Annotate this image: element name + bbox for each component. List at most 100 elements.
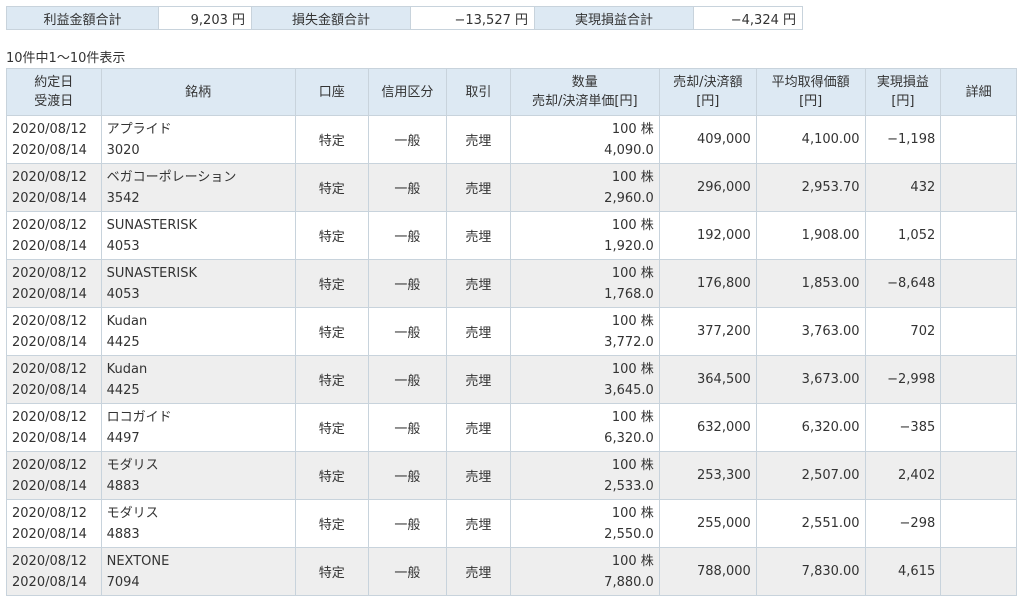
credit-cell: 一般 — [367, 211, 447, 260]
trade-cell: 売埋 — [445, 115, 511, 164]
account-cell: 特定 — [294, 355, 369, 404]
header-sale-line2: [円] — [696, 94, 720, 109]
security-code: 3542 — [106, 190, 140, 206]
sale-amount-cell: 192,000 — [658, 211, 757, 260]
quantity-cell: 100 株 1,768.0 — [509, 259, 660, 308]
security-name: SUNASTERISK — [106, 265, 198, 281]
quantity-cell: 100 株 6,320.0 — [509, 403, 660, 452]
security-name: モダリス — [106, 505, 159, 521]
unit-price: 2,550.0 — [604, 526, 654, 542]
detail-cell — [940, 451, 1017, 500]
trade-cell: 売埋 — [445, 451, 511, 500]
security-name: アプライド — [106, 121, 172, 137]
unit-price: 1,768.0 — [604, 286, 654, 302]
security-code: 4425 — [106, 334, 140, 350]
security-cell: SUNASTERISK 4053 — [100, 211, 296, 260]
table-row: 2020/08/12 2020/08/14 モダリス 4883 特定 一般 売埋 100 株2… — [6, 451, 1017, 500]
trade-cell: 売埋 — [445, 403, 511, 452]
credit-cell: 一般 — [367, 115, 447, 164]
date-cell: 2020/08/12 2020/08/14 — [6, 355, 102, 404]
date-cell: 2020/08/12 2020/08/14 — [6, 451, 102, 500]
security-name: Kudan — [106, 361, 148, 377]
quantity: 100 株 — [611, 169, 654, 185]
table-row: 2020/08/12 2020/08/14 Kudan 4425 特定 一般 売埋 100 株… — [6, 307, 1017, 356]
security-code: 4053 — [106, 286, 140, 302]
header-avg-line2: [円] — [799, 94, 823, 109]
quantity-cell: 100 株 1,920.0 — [509, 211, 660, 260]
security-cell: モダリス 4883 — [100, 451, 296, 500]
realized-pl-table: 約定日 受渡日 銘柄 口座 信用区分 取引 数量 売却/決済単価[円] 売却/決… — [6, 68, 1017, 596]
realized-pl-cell: −385 — [864, 403, 942, 452]
account-cell: 特定 — [294, 307, 369, 356]
security-name: モダリス — [106, 457, 159, 473]
credit-cell: 一般 — [367, 355, 447, 404]
unit-price: 2,960.0 — [604, 190, 654, 206]
sale-amount-cell: 253,300 — [658, 451, 757, 500]
table-row: 2020/08/12 2020/08/14 SUNASTERISK 4053 特定 一般売… — [6, 211, 1017, 260]
settle-date: 2020/08/14 — [12, 142, 87, 158]
detail-cell — [940, 163, 1017, 212]
unit-price: 7,880.0 — [604, 574, 654, 590]
quantity-cell: 100 株 2,533.0 — [509, 451, 660, 500]
settle-date: 2020/08/14 — [12, 478, 87, 494]
quantity: 100 株 — [611, 217, 654, 233]
realized-pl-cell: −8,648 — [864, 259, 942, 308]
header-qty-line2: 売却/決済単価[円] — [532, 94, 638, 109]
date-cell: 2020/08/12 2020/08/14 — [6, 211, 102, 260]
settle-date: 2020/08/14 — [12, 526, 87, 542]
unit-price: 6,320.0 — [604, 430, 654, 446]
trade-date: 2020/08/12 — [12, 457, 87, 473]
account-cell: 特定 — [294, 499, 369, 548]
header-credit: 信用区分 — [367, 68, 447, 116]
header-date: 約定日 受渡日 — [6, 68, 102, 116]
quantity-cell: 100 株 2,960.0 — [509, 163, 660, 212]
account-cell: 特定 — [294, 403, 369, 452]
date-cell: 2020/08/12 2020/08/14 — [6, 499, 102, 548]
trade-cell: 売埋 — [445, 259, 511, 308]
table-row: 2020/08/12 2020/08/14 Kudan 4425 特定 一般 売埋 100 株… — [6, 355, 1017, 404]
unit-price: 2,533.0 — [604, 478, 654, 494]
security-cell: ロコガイド 4497 — [100, 403, 296, 452]
header-avg-line1: 平均取得価額 — [771, 75, 850, 90]
quantity: 100 株 — [611, 553, 654, 569]
trade-date: 2020/08/12 — [12, 313, 87, 329]
quantity: 100 株 — [611, 361, 654, 377]
security-code: 7094 — [106, 574, 140, 590]
realized-pl-cell: 2,402 — [864, 451, 942, 500]
loss-total-label: 損失金額合計 — [251, 6, 411, 30]
trade-date: 2020/08/12 — [12, 409, 87, 425]
header-pl-line2: [円] — [891, 94, 915, 109]
realized-pl-cell: 1,052 — [864, 211, 942, 260]
settle-date: 2020/08/14 — [12, 574, 87, 590]
sale-amount-cell: 296,000 — [658, 163, 757, 212]
security-code: 4883 — [106, 526, 140, 542]
detail-cell — [940, 307, 1017, 356]
summary-table: 利益金額合計 9,203 円 損失金額合計 −13,527 円 実現損益合計 −… — [6, 6, 803, 30]
trade-date: 2020/08/12 — [12, 361, 87, 377]
account-cell: 特定 — [294, 451, 369, 500]
quantity: 100 株 — [611, 457, 654, 473]
security-cell: SUNASTERISK 4053 — [100, 259, 296, 308]
account-cell: 特定 — [294, 163, 369, 212]
detail-cell — [940, 259, 1017, 308]
settle-date: 2020/08/14 — [12, 430, 87, 446]
security-name: ロコガイド — [106, 409, 172, 425]
sale-amount-cell: 176,800 — [658, 259, 757, 308]
date-cell: 2020/08/12 2020/08/14 — [6, 547, 102, 596]
average-cost-cell: 2,507.00 — [755, 451, 866, 500]
security-cell: Kudan 4425 — [100, 307, 296, 356]
credit-cell: 一般 — [367, 163, 447, 212]
trade-date: 2020/08/12 — [12, 217, 87, 233]
security-cell: NEXTONE 7094 — [100, 547, 296, 596]
header-pl-line1: 実現損益 — [876, 75, 929, 90]
header-qty-line1: 数量 — [571, 75, 598, 90]
trade-cell: 売埋 — [445, 211, 511, 260]
security-code: 4497 — [106, 430, 140, 446]
security-code: 3020 — [106, 142, 140, 158]
date-cell: 2020/08/12 2020/08/14 — [6, 163, 102, 212]
average-cost-cell: 3,763.00 — [755, 307, 866, 356]
net-total-value: −4,324 円 — [693, 6, 803, 30]
trade-date: 2020/08/12 — [12, 505, 87, 521]
header-name: 銘柄 — [100, 68, 296, 116]
header-quantity: 数量 売却/決済単価[円] — [509, 68, 660, 116]
